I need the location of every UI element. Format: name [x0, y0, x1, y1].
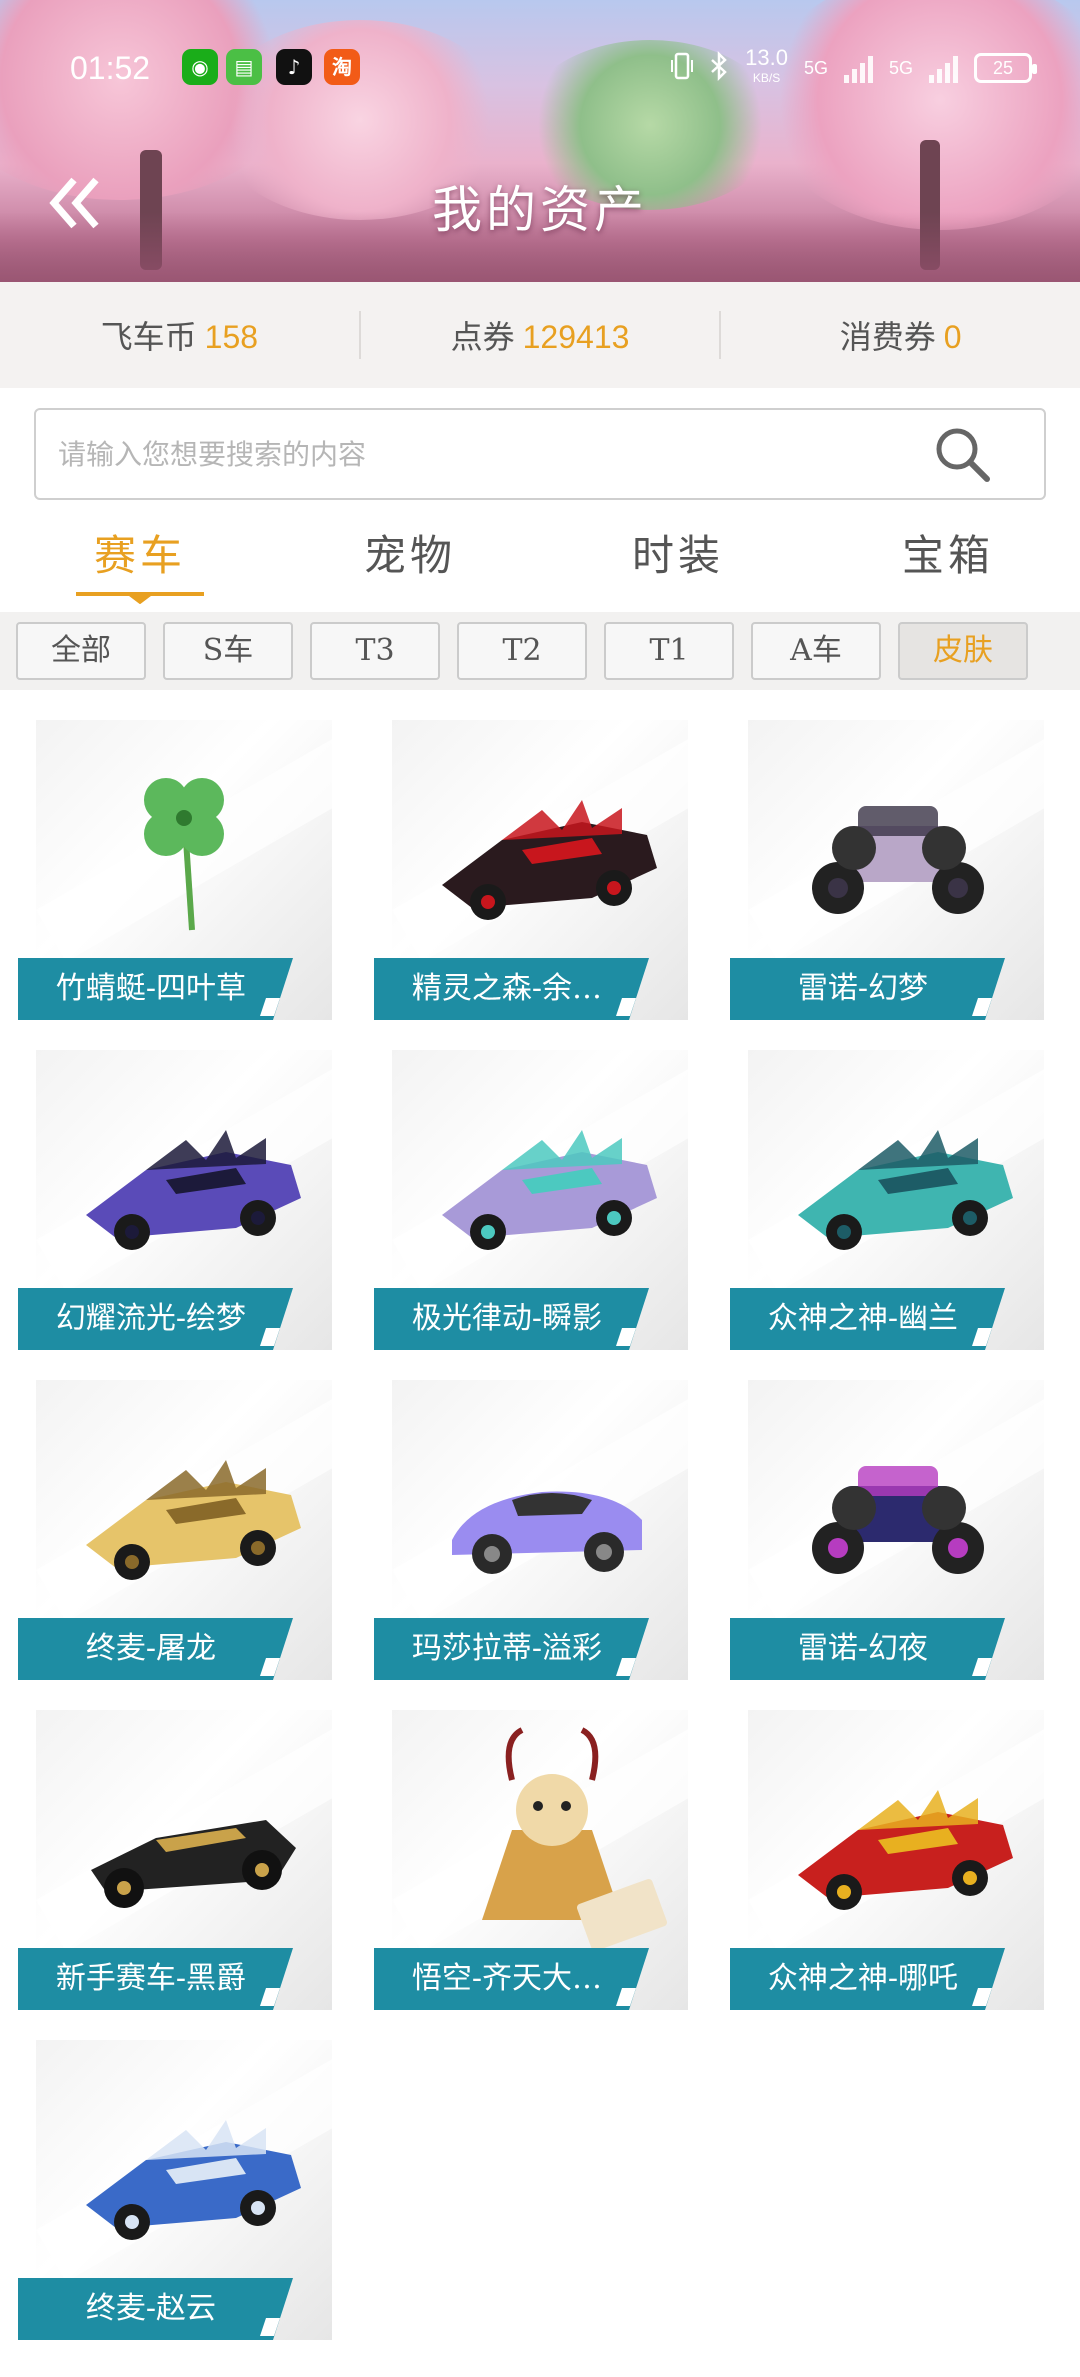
search-icon[interactable] — [932, 424, 994, 486]
tab-fashion[interactable]: 时装 — [578, 522, 778, 583]
currency-coins: 飞车币 158 — [0, 312, 359, 358]
status-time: 01:52 — [70, 50, 151, 86]
item-thumbnail — [36, 730, 332, 970]
asset-card[interactable]: 幻耀流光-绘梦 — [18, 1050, 332, 1360]
filter-skin[interactable]: 皮肤 — [898, 622, 1028, 680]
currency-label: 消费券 — [839, 318, 936, 356]
currency-bar: 飞车币 158 点券 129413 消费券 0 — [0, 282, 1080, 388]
item-name: 极光律动-瞬影 — [411, 1301, 603, 1336]
tab-racing-cars[interactable]: 赛车 — [40, 522, 240, 583]
item-thumbnail — [36, 2050, 332, 2290]
item-name: 精灵之森-余… — [411, 971, 603, 1006]
network-gen-1: 5G — [803, 57, 828, 78]
item-thumbnail — [36, 1060, 332, 1300]
item-name: 玛莎拉蒂-溢彩 — [411, 1631, 603, 1666]
item-name: 终麦-赵云 — [85, 2291, 217, 2326]
search-box — [34, 408, 1046, 500]
item-thumbnail — [392, 730, 688, 970]
network-speed: 13.0 KB/S — [745, 45, 788, 88]
item-thumbnail — [36, 1720, 332, 1960]
item-thumbnail — [748, 1390, 1044, 1630]
filter-all[interactable]: 全部 — [16, 622, 146, 680]
currency-label: 飞车币 — [100, 318, 197, 356]
status-indicators: 13.0 KB/S 5G 5G 25 — [671, 45, 1037, 88]
asset-card[interactable]: 精灵之森-余… — [374, 720, 688, 1030]
tab-pets[interactable]: 宠物 — [310, 522, 510, 583]
taobao-icon: 淘 — [324, 49, 360, 85]
asset-card[interactable]: 悟空-齐天大… — [374, 1710, 688, 2020]
item-name: 雷诺-幻夜 — [797, 1631, 929, 1666]
battery-icon: 25 — [974, 53, 1037, 83]
asset-card[interactable]: 众神之神-幽兰 — [730, 1050, 1044, 1360]
vibrate-icon — [671, 51, 694, 85]
asset-card[interactable]: 终麦-赵云 — [18, 2040, 332, 2350]
network-gen-2: 5G — [888, 57, 913, 78]
wechat-icon: ◉ — [182, 49, 218, 85]
currency-label: 点券 — [450, 318, 515, 356]
asset-card[interactable]: 极光律动-瞬影 — [374, 1050, 688, 1360]
filter-s-car[interactable]: S车 — [163, 622, 293, 680]
filter-bar: 全部 S车 T3 T2 T1 A车 皮肤 — [0, 612, 1080, 690]
asset-card[interactable]: 终麦-屠龙 — [18, 1380, 332, 1690]
item-thumbnail — [748, 730, 1044, 970]
active-tab-indicator — [76, 592, 204, 604]
status-bar: 01:52 ◉ ▤ ♪ 淘 13.0 KB/S 5G 5G 25 — [0, 44, 1080, 94]
currency-value: 0 — [943, 319, 962, 355]
item-name: 雷诺-幻梦 — [797, 971, 929, 1006]
asset-card[interactable]: 众神之神-哪吒 — [730, 1710, 1044, 2020]
asset-card[interactable]: 玛莎拉蒂-溢彩 — [374, 1380, 688, 1690]
item-grid: 竹蜻蜓-四叶草 精灵之森-余… 雷诺-幻梦 幻耀流光-绘梦 极光律动-瞬影 众神… — [0, 720, 1080, 2360]
currency-value: 158 — [204, 319, 259, 355]
asset-card[interactable]: 雷诺-幻夜 — [730, 1380, 1044, 1690]
item-name: 众神之神-幽兰 — [767, 1301, 959, 1336]
bluetooth-icon — [709, 50, 729, 85]
asset-card[interactable]: 雷诺-幻梦 — [730, 720, 1044, 1030]
item-name: 终麦-屠龙 — [85, 1631, 217, 1666]
signal-icon — [843, 53, 873, 83]
filter-a-car[interactable]: A车 — [751, 622, 881, 680]
asset-card[interactable]: 新手赛车-黑爵 — [18, 1710, 332, 2020]
item-name: 竹蜻蜓-四叶草 — [55, 971, 247, 1006]
item-name: 幻耀流光-绘梦 — [55, 1301, 247, 1336]
currency-points: 点券 129413 — [361, 312, 720, 358]
page-title: 我的资产 — [432, 181, 648, 239]
currency-vouchers: 消费券 0 — [721, 312, 1080, 358]
item-name: 众神之神-哪吒 — [767, 1961, 959, 1996]
tab-chests[interactable]: 宝箱 — [848, 522, 1048, 583]
item-thumbnail — [36, 1390, 332, 1630]
messages-icon: ▤ — [226, 49, 262, 85]
currency-value: 129413 — [522, 319, 630, 355]
filter-t1[interactable]: T1 — [604, 622, 734, 680]
item-thumbnail — [392, 1720, 688, 1960]
tiktok-icon: ♪ — [276, 49, 312, 85]
item-name: 悟空-齐天大… — [411, 1961, 603, 1996]
search-input[interactable] — [58, 410, 938, 498]
signal-icon — [929, 53, 958, 83]
network-speed-value: 13.0 — [745, 45, 788, 70]
filter-t3[interactable]: T3 — [310, 622, 440, 680]
asset-card[interactable]: 竹蜻蜓-四叶草 — [18, 720, 332, 1030]
item-thumbnail — [392, 1390, 688, 1630]
item-thumbnail — [748, 1720, 1044, 1960]
item-thumbnail — [392, 1060, 688, 1300]
item-thumbnail — [748, 1060, 1044, 1300]
network-speed-unit: KB/S — [752, 71, 781, 85]
filter-t2[interactable]: T2 — [457, 622, 587, 680]
category-tabs: 赛车 宠物 时装 宝箱 — [0, 512, 1080, 612]
header-banner: 01:52 ◉ ▤ ♪ 淘 13.0 KB/S 5G 5G 25 我的资产 — [0, 0, 1080, 282]
item-name: 新手赛车-黑爵 — [55, 1961, 247, 1996]
